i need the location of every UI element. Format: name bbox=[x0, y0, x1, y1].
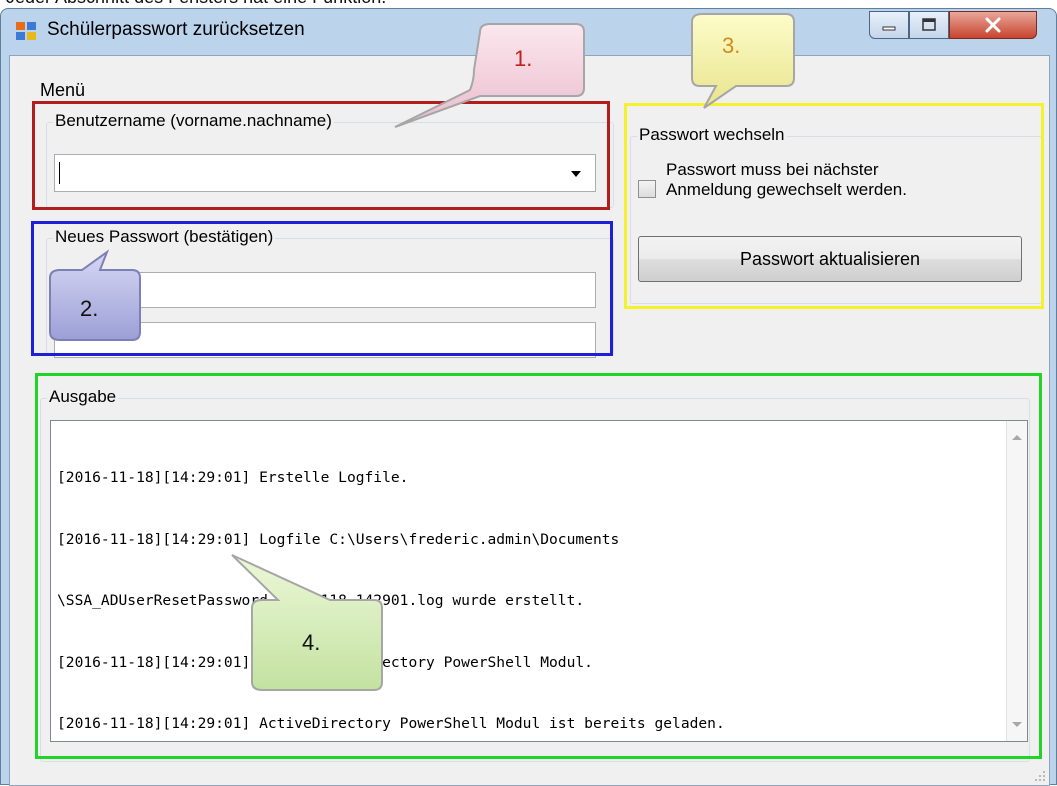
callout-bubble-1 bbox=[394, 23, 585, 128]
callout-number-2: 2. bbox=[80, 296, 99, 321]
callout-number-1: 1. bbox=[514, 46, 533, 71]
callout-number-4: 4. bbox=[302, 630, 321, 655]
callout-layer bbox=[49, 13, 795, 691]
callout-bubble-3 bbox=[691, 13, 795, 109]
callout-bubble-4 bbox=[231, 554, 383, 691]
callout-number-3: 3. bbox=[722, 33, 741, 58]
